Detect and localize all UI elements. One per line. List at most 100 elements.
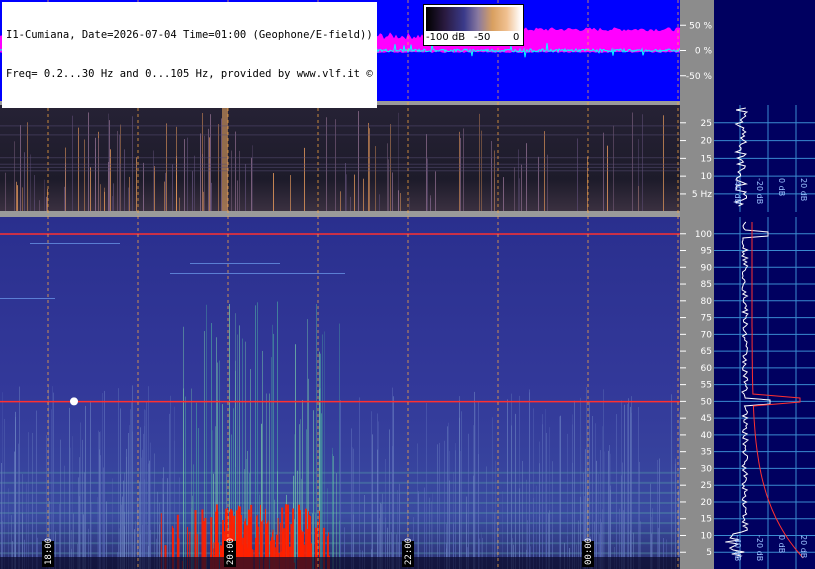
profile-db-label: 0 dB xyxy=(777,178,786,196)
spectrogram-streak xyxy=(19,386,20,569)
spectrogram-streak xyxy=(560,415,561,569)
spectrogram-streak xyxy=(631,396,632,569)
spectrogram-streak xyxy=(424,487,425,569)
spectrogram-streak xyxy=(269,393,270,569)
spectrogram-streak xyxy=(154,166,155,211)
axis-tick-label: 80 xyxy=(701,297,713,307)
spectrogram-streak xyxy=(460,451,461,569)
spectrogram-streak xyxy=(495,460,496,569)
carrier-line xyxy=(190,263,280,264)
spectrogram-streak xyxy=(624,404,625,569)
spectrogram-streak xyxy=(128,433,129,569)
time-label: 18:00 xyxy=(44,538,54,565)
spectrogram-streak xyxy=(621,475,622,569)
spectrogram-streak xyxy=(671,394,672,569)
spectrogram-streak xyxy=(603,132,604,211)
spectrogram-streak xyxy=(598,473,599,569)
spectrogram-streak xyxy=(78,477,79,569)
spectrogram-streak xyxy=(146,402,147,569)
spectrogram-streak xyxy=(64,465,65,569)
spectrogram-streak xyxy=(69,407,70,569)
spectrogram-streak xyxy=(351,428,352,569)
spectrogram-streak xyxy=(322,334,323,569)
spectrogram-streak xyxy=(519,488,520,569)
spectrogram-streak xyxy=(663,115,664,211)
spectrogram-streak xyxy=(679,421,680,569)
spectrogram-streak xyxy=(346,174,347,211)
spectrogram-streak xyxy=(474,391,475,569)
spectrogram-streak xyxy=(378,421,379,569)
spectrogram-streak xyxy=(363,178,364,211)
spectrogram-streak xyxy=(148,386,149,569)
spectrogram-streak xyxy=(28,432,29,569)
spectrogram-streak xyxy=(359,397,360,569)
carrier-line xyxy=(170,273,345,274)
spectrogram-streak xyxy=(154,453,155,569)
spectrogram-streak xyxy=(335,119,336,211)
spectrogram-streak xyxy=(192,171,193,211)
spectrogram-streak xyxy=(84,139,85,211)
spectrogram-streak xyxy=(545,409,546,569)
spectrogram-streak xyxy=(526,143,527,211)
spectrogram-streak xyxy=(379,194,380,211)
spectrogram-streak xyxy=(98,430,99,569)
axis-tick-label: 15 xyxy=(701,515,712,525)
spectrogram-streak xyxy=(95,137,96,211)
spectrogram-streak xyxy=(377,449,378,569)
profile-db-label: -40 dB xyxy=(733,535,742,561)
spectrogram-streak xyxy=(632,112,633,211)
spectrogram-streak xyxy=(80,422,81,569)
spectrogram-streak xyxy=(98,138,99,211)
axis-tick-label: 5 xyxy=(706,548,712,558)
spectrogram-band xyxy=(0,134,680,136)
spectrogram-streak xyxy=(657,459,658,569)
spectrogram-streak xyxy=(85,405,86,569)
colorbar-label-mid: -50 xyxy=(474,32,491,43)
spectrogram-streak xyxy=(132,116,133,211)
spectrogram-streak xyxy=(136,157,137,211)
spectrogram-streak xyxy=(521,164,522,211)
powerline-50hz xyxy=(0,400,680,403)
spectrogram-streak xyxy=(84,472,85,569)
spectrogram-streak xyxy=(208,128,209,211)
spectrogram-streak xyxy=(113,183,114,211)
axis-tick-label: -50 % xyxy=(686,72,713,82)
spectrogram-streak xyxy=(211,182,212,211)
spectrogram-streak xyxy=(339,323,340,569)
spectrogram-streak xyxy=(519,178,520,211)
spectrogram-streak xyxy=(392,387,393,569)
spectrogram-streak xyxy=(449,450,450,569)
info-line-2: Freq= 0.2...30 Hz and 0...105 Hz, provid… xyxy=(6,68,373,80)
spectrogram-streak xyxy=(455,443,456,569)
spectrogram-streak xyxy=(60,439,61,569)
time-label-group: 00:00 xyxy=(582,538,594,567)
spectrogram-streak xyxy=(409,196,410,211)
spectrogram-streak xyxy=(164,181,165,211)
spectrogram-streak xyxy=(14,451,15,569)
spectrogram-streak xyxy=(642,114,643,211)
spectrogram-streak xyxy=(145,410,146,569)
spectrogram-streak xyxy=(369,128,370,211)
spectrogram-streak xyxy=(130,409,131,569)
spectrogram-streak xyxy=(294,434,295,569)
spectrogram-streak xyxy=(204,135,205,211)
spectrogram-streak xyxy=(103,467,104,569)
axis-tick-label: 25 xyxy=(701,481,712,491)
axis-tick-label: 5 Hz xyxy=(692,190,712,200)
spectrogram-streak xyxy=(14,141,15,211)
spectrogram-streak xyxy=(650,483,651,569)
spectrogram-streak xyxy=(352,447,353,569)
spectrogram-streak xyxy=(139,481,140,569)
spectrogram-streak xyxy=(639,461,640,569)
axis-tick-label: 55 xyxy=(701,381,712,391)
spectrogram-streak xyxy=(491,140,492,211)
spectrogram-streak xyxy=(608,450,609,569)
spectrogram-streak xyxy=(459,396,460,569)
carrier-line xyxy=(30,243,120,244)
spectrogram-streak xyxy=(398,190,399,211)
spectrogram-streak xyxy=(90,166,91,211)
spectrogram-streak xyxy=(5,172,6,211)
spectrogram-streak xyxy=(518,149,519,211)
spectrogram-streak xyxy=(638,139,639,211)
spectrogram-streak xyxy=(128,187,129,211)
